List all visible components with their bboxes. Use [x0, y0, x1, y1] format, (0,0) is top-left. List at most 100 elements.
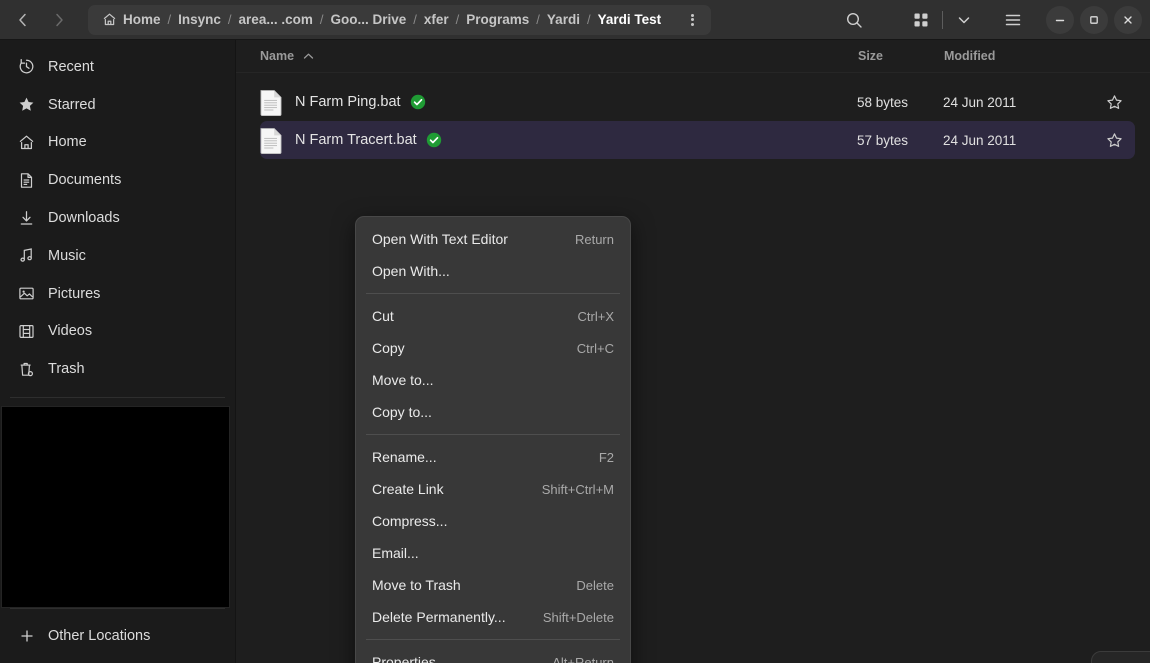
sidebar-item-pictures[interactable]: Pictures	[8, 275, 227, 313]
breadcrumb-item-current[interactable]: Yardi Test	[592, 7, 668, 33]
sidebar-item-downloads[interactable]: Downloads	[8, 199, 227, 237]
sync-status-icon	[426, 132, 441, 148]
clock-icon	[18, 58, 35, 75]
film-icon	[18, 323, 35, 340]
chevron-down-icon	[958, 16, 970, 23]
star-toggle[interactable]	[1093, 132, 1135, 149]
sidebar-item-label: Pictures	[48, 285, 101, 302]
file-icon	[260, 127, 282, 154]
menu-item-compress[interactable]: Compress...	[356, 505, 630, 537]
menu-item-label: Create Link	[372, 481, 444, 497]
search-button[interactable]	[836, 4, 872, 36]
trash-icon	[18, 361, 35, 378]
file-name: N Farm Ping.bat	[295, 94, 426, 110]
column-header-label: Size	[858, 49, 884, 63]
grid-view-button[interactable]	[903, 4, 939, 36]
navigation-buttons	[0, 5, 76, 35]
bottom-overlay-panel	[1091, 651, 1150, 663]
sidebar-item-recent[interactable]: Recent	[8, 48, 227, 86]
forward-button[interactable]	[42, 5, 76, 35]
breadcrumb-item-google-drive[interactable]: Goo... Drive	[324, 7, 412, 33]
file-manager-window: Home / Insync / area... .com / Goo... Dr…	[0, 0, 1150, 663]
menu-item-label: Cut	[372, 308, 394, 324]
breadcrumb-item-insync[interactable]: Insync	[172, 7, 227, 33]
menu-item-delete-permanently[interactable]: Delete Permanently... Shift+Delete	[356, 601, 630, 633]
main-menu-button[interactable]	[995, 4, 1031, 36]
back-button[interactable]	[6, 5, 40, 35]
plus-icon	[18, 628, 35, 645]
breadcrumb-label: Home	[123, 12, 161, 27]
star-icon	[18, 96, 35, 113]
breadcrumb: Home / Insync / area... .com / Goo... Dr…	[88, 4, 712, 35]
home-icon	[103, 13, 116, 26]
sidebar-item-label: Downloads	[48, 210, 120, 227]
menu-item-label: Email...	[372, 545, 419, 561]
sidebar-item-label: Documents	[48, 172, 122, 189]
view-options-button[interactable]	[946, 4, 982, 36]
sidebar-item-videos[interactable]: Videos	[8, 313, 227, 351]
menu-item-create-link[interactable]: Create Link Shift+Ctrl+M	[356, 473, 630, 505]
column-header-name[interactable]: Name	[260, 49, 858, 63]
menu-item-open-with-text-editor[interactable]: Open With Text Editor Return	[356, 223, 630, 255]
menu-item-move-to[interactable]: Move to...	[356, 364, 630, 396]
breadcrumb-item-programs[interactable]: Programs	[460, 7, 535, 33]
maximize-button[interactable]	[1080, 5, 1108, 34]
breadcrumb-item-xfer[interactable]: xfer	[418, 7, 455, 33]
image-icon	[18, 285, 35, 302]
menu-item-label: Copy to...	[372, 404, 432, 420]
hamburger-menu-icon	[1005, 14, 1021, 25]
star-outline-icon	[1106, 94, 1122, 109]
star-toggle[interactable]	[1093, 94, 1135, 111]
breadcrumb-label: Insync	[178, 12, 221, 27]
view-controls	[903, 4, 982, 36]
breadcrumb-item-yardi[interactable]: Yardi	[541, 7, 586, 33]
menu-separator	[366, 293, 620, 294]
menu-item-copy-to[interactable]: Copy to...	[356, 396, 630, 428]
sidebar-item-trash[interactable]: Trash	[8, 350, 227, 388]
chevron-right-icon	[56, 13, 63, 26]
sidebar-item-label: Home	[48, 134, 87, 151]
sidebar-item-home[interactable]: Home	[8, 124, 227, 162]
menu-item-open-with[interactable]: Open With...	[356, 255, 630, 287]
column-header-label: Name	[260, 49, 295, 63]
star-outline-icon	[1106, 132, 1122, 147]
file-name: N Farm Tracert.bat	[295, 132, 442, 148]
menu-separator	[366, 434, 620, 435]
table-row[interactable]: N Farm Tracert.bat 57 bytes 24 Jun 2011	[260, 121, 1135, 159]
menu-item-cut[interactable]: Cut Ctrl+X	[356, 300, 630, 332]
menu-item-label: Copy	[372, 340, 405, 356]
breadcrumb-item-area-com[interactable]: area... .com	[233, 7, 319, 33]
sidebar-item-documents[interactable]: Documents	[8, 161, 227, 199]
column-headers: Name Size Modified	[236, 40, 1150, 73]
document-icon	[18, 172, 35, 189]
sidebar-item-label: Other Locations	[48, 628, 151, 645]
search-icon	[846, 12, 862, 28]
sidebar-item-label: Music	[48, 247, 86, 264]
menu-item-email[interactable]: Email...	[356, 537, 630, 569]
sidebar-item-label: Trash	[48, 361, 85, 378]
menu-item-copy[interactable]: Copy Ctrl+C	[356, 332, 630, 364]
menu-item-move-to-trash[interactable]: Move to Trash Delete	[356, 569, 630, 601]
column-header-size[interactable]: Size	[858, 49, 944, 63]
home-icon	[18, 134, 35, 151]
menu-item-rename[interactable]: Rename... F2	[356, 441, 630, 473]
menu-separator	[366, 639, 620, 640]
close-button[interactable]	[1114, 5, 1142, 34]
table-row[interactable]: N Farm Ping.bat 58 bytes 24 Jun 2011	[260, 83, 1135, 121]
column-header-modified[interactable]: Modified	[944, 49, 1094, 63]
menu-item-label: Properties	[372, 654, 436, 663]
menu-item-label: Delete Permanently...	[372, 609, 506, 625]
sync-status-icon	[410, 94, 425, 110]
breadcrumb-label: Goo... Drive	[330, 12, 407, 27]
sidebar-item-starred[interactable]: Starred	[8, 86, 227, 124]
column-header-label: Modified	[944, 49, 996, 63]
chevron-up-icon	[303, 53, 314, 59]
sidebar-item-music[interactable]: Music	[8, 237, 227, 275]
breadcrumb-item-home[interactable]: Home	[96, 7, 167, 33]
menu-item-properties[interactable]: Properties Alt+Return	[356, 646, 630, 663]
window-controls	[1046, 5, 1142, 34]
minimize-button[interactable]	[1046, 5, 1074, 34]
file-rows: N Farm Ping.bat 58 bytes 24 Jun 2011 N F…	[236, 73, 1150, 159]
sidebar-item-other-locations[interactable]: Other Locations	[8, 617, 227, 655]
path-options-button[interactable]	[677, 7, 707, 33]
